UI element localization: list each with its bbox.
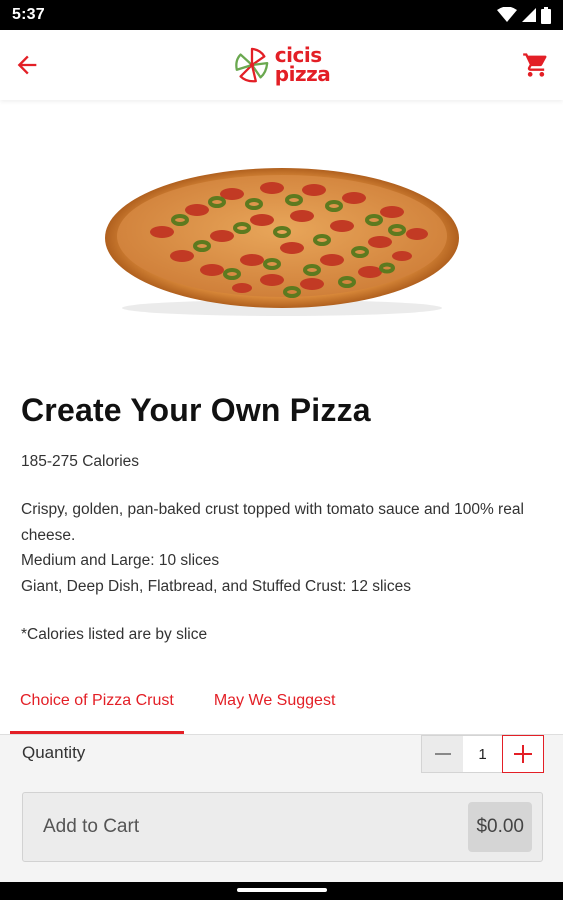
signal-icon <box>522 8 536 22</box>
increase-quantity-button[interactable] <box>502 735 544 773</box>
tab-may-we-suggest[interactable]: May We Suggest <box>194 678 356 734</box>
logo-text-pizza: pizza <box>274 62 331 86</box>
status-time: 5:37 <box>12 6 45 23</box>
back-button[interactable] <box>12 50 42 80</box>
add-to-cart-label: Add to Cart <box>43 816 140 837</box>
plus-icon <box>514 745 532 763</box>
app-bar: cicis pizza <box>0 30 563 100</box>
system-navigation-bar <box>0 882 563 900</box>
option-tabs: Choice of Pizza Crust May We Suggest <box>0 678 563 734</box>
description-line: Crispy, golden, pan-baked crust topped w… <box>21 501 524 544</box>
cicis-pizza-logo: cicis pizza <box>233 45 331 86</box>
status-icons <box>497 6 551 24</box>
quantity-stepper: 1 <box>421 735 544 773</box>
cart-price: $0.00 <box>468 802 532 852</box>
description-line: Medium and Large: 10 slices <box>21 552 220 570</box>
product-calories: 185-275 Calories <box>21 453 140 470</box>
arrow-left-icon <box>17 55 37 75</box>
add-to-cart-button[interactable]: Add to Cart $0.00 <box>22 792 543 862</box>
calorie-note: *Calories listed are by slice <box>21 626 208 643</box>
home-gesture-handle[interactable] <box>237 888 327 892</box>
order-panel: Quantity 1 Add to Cart $0.00 <box>0 734 563 882</box>
cart-button[interactable] <box>521 50 551 80</box>
quantity-value[interactable]: 1 <box>463 736 502 772</box>
battery-icon <box>541 6 551 24</box>
quantity-label: Quantity <box>22 743 86 762</box>
logo-pizza-mark-icon <box>234 47 269 83</box>
minus-icon <box>434 753 451 755</box>
decrease-quantity-button[interactable] <box>422 736 463 772</box>
tab-choice-of-pizza-crust[interactable]: Choice of Pizza Crust <box>0 678 194 734</box>
pizza-image <box>104 168 459 316</box>
description-line: Giant, Deep Dish, Flatbread, and Stuffed… <box>21 577 411 595</box>
product-title: Create Your Own Pizza <box>21 392 371 428</box>
product-image <box>0 100 563 380</box>
shopping-cart-icon <box>523 53 547 77</box>
status-bar: 5:37 <box>0 0 563 30</box>
product-description: Crispy, golden, pan-baked crust topped w… <box>21 497 546 599</box>
logo-wordmark: cicis pizza <box>274 45 331 86</box>
wifi-icon <box>497 7 517 22</box>
